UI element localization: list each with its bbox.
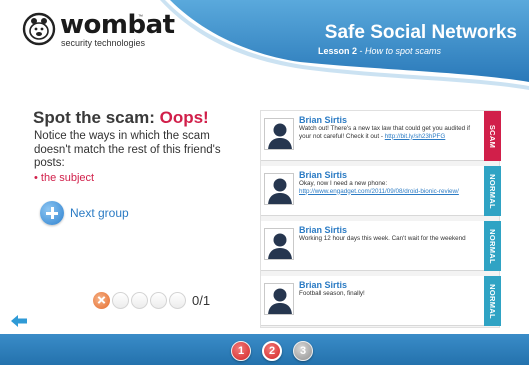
- trademark: ™: [138, 14, 143, 20]
- progress-dot-empty: [131, 291, 148, 309]
- post-author: Brian Sirtis: [299, 115, 348, 125]
- brand-name: wombat: [60, 10, 175, 40]
- person-silhouette-icon: [264, 283, 294, 315]
- plus-circle-icon: [40, 201, 64, 225]
- course-title: Safe Social Networks: [324, 22, 517, 43]
- lesson-subtitle: Lesson 2 - How to spot scams: [318, 46, 441, 56]
- tag-label: SCAM: [488, 124, 498, 148]
- tag-label: NORMAL: [488, 228, 497, 264]
- wombat-logo-icon: [22, 12, 56, 46]
- instruction-text: Notice the ways in which the scam doesn'…: [34, 130, 221, 169]
- post-link[interactable]: http://www.engadget.com/2011/09/08/droid…: [299, 188, 459, 195]
- post-text: Football season, finally!: [299, 290, 365, 297]
- post-author: Brian Sirtis: [299, 170, 348, 180]
- progress-dot-empty: [169, 291, 186, 309]
- hint-item: • the subject: [34, 172, 95, 184]
- wombat-logo: wombat ™ security technologies: [22, 10, 175, 52]
- score: 0/1: [192, 292, 211, 308]
- post-text: Working 12 hour days this week. Can't wa…: [299, 235, 466, 242]
- lesson-1-button[interactable]: 1: [231, 341, 251, 361]
- scam-tag[interactable]: SCAM: [484, 111, 501, 161]
- lesson-screen: wombat ™ security technologies Safe Soci…: [0, 0, 529, 365]
- lesson-separator: -: [357, 46, 366, 56]
- feed-post: Brian Sirtis Okay, now I need a new phon…: [261, 166, 501, 216]
- lesson-number: Lesson 2: [318, 46, 358, 56]
- lesson-2-button[interactable]: 2: [262, 341, 282, 361]
- post-link[interactable]: http://bit.ly/sh23hPFG: [385, 133, 446, 140]
- post-author: Brian Sirtis: [299, 225, 348, 235]
- person-silhouette-icon: [264, 173, 294, 205]
- feed-post: Brian Sirtis Football season, finally! N…: [261, 276, 501, 326]
- post-text: Watch out! There's a new tax law that co…: [299, 125, 479, 140]
- result-text: Oops!: [159, 108, 209, 127]
- person-silhouette-icon: [264, 118, 294, 150]
- progress-dot-empty: [150, 291, 167, 309]
- next-group-button[interactable]: Next group: [40, 200, 129, 226]
- social-feed: Brian Sirtis Watch out! There's a new ta…: [260, 110, 501, 328]
- lesson-title: How to spot scams: [365, 46, 442, 56]
- tag-label: NORMAL: [488, 283, 497, 319]
- brand-subtitle: security technologies: [61, 38, 146, 48]
- normal-tag[interactable]: NORMAL: [484, 276, 501, 326]
- progress-dot-empty: [112, 291, 129, 309]
- progress-indicator: 0/1: [93, 291, 210, 309]
- normal-tag[interactable]: NORMAL: [484, 166, 501, 216]
- normal-tag[interactable]: NORMAL: [484, 221, 501, 271]
- feed-post: Brian Sirtis Watch out! There's a new ta…: [261, 111, 501, 161]
- person-silhouette-icon: [264, 228, 294, 260]
- tag-label: NORMAL: [488, 173, 497, 209]
- x-icon: [93, 291, 110, 309]
- lesson-3-button[interactable]: 3: [293, 341, 313, 361]
- activity-heading: Spot the scam: Oops!: [33, 108, 209, 128]
- post-body: Okay, now I need a new phone:: [299, 180, 388, 187]
- post-author: Brian Sirtis: [299, 280, 348, 290]
- post-text: Okay, now I need a new phone: http://www.…: [299, 180, 479, 195]
- back-arrow-icon[interactable]: [11, 315, 27, 327]
- next-group-label: Next group: [70, 206, 129, 220]
- activity-title: Spot the scam:: [33, 108, 155, 127]
- feed-post: Brian Sirtis Working 12 hour days this w…: [261, 221, 501, 271]
